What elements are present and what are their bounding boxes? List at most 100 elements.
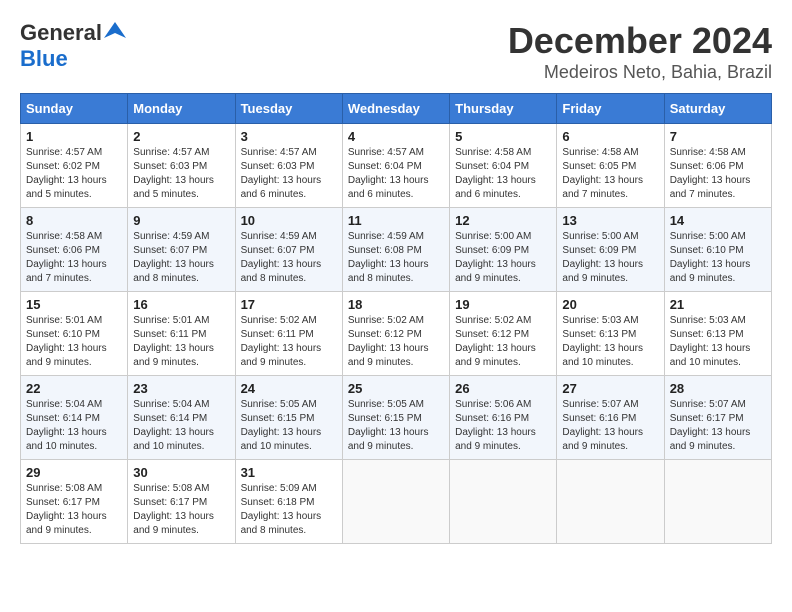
day-info: Sunrise: 4:59 AMSunset: 6:07 PMDaylight:…: [133, 230, 229, 286]
calendar-cell: 25Sunrise: 5:05 AMSunset: 6:15 PMDayligh…: [342, 376, 449, 460]
calendar-cell: 4Sunrise: 4:57 AMSunset: 6:04 PMDaylight…: [342, 124, 449, 208]
header-cell-wednesday: Wednesday: [342, 94, 449, 124]
calendar-cell: [450, 460, 557, 544]
calendar-cell: 9 Sunrise: 4:59 AMSunset: 6:07 PMDaylight…: [128, 208, 235, 292]
logo-blue-text: Blue: [20, 46, 68, 71]
day-number: 16: [133, 297, 229, 312]
day-info: Sunrise: 5:08 AMSunset: 6:17 PMDaylight:…: [26, 482, 122, 538]
header-cell-sunday: Sunday: [21, 94, 128, 124]
calendar-cell: 18 Sunrise: 5:02 AMSunset: 6:12 PMDayligh…: [342, 292, 449, 376]
calendar-cell: 5 Sunrise: 4:58 AMSunset: 6:04 PMDaylight…: [450, 124, 557, 208]
calendar-cell: 24 Sunrise: 5:05 AMSunset: 6:15 PMDayligh…: [235, 376, 342, 460]
day-number: 7: [670, 129, 766, 144]
day-number: 20: [562, 297, 658, 312]
calendar-cell: 13Sunrise: 5:00 AMSunset: 6:09 PMDayligh…: [557, 208, 664, 292]
day-info: Sunrise: 4:59 AMSunset: 6:07 PMDaylight:…: [241, 230, 337, 286]
day-number: 18: [348, 297, 444, 312]
day-number: 3: [241, 129, 337, 144]
calendar-cell: 29 Sunrise: 5:08 AMSunset: 6:17 PMDayligh…: [21, 460, 128, 544]
day-number: 19: [455, 297, 551, 312]
calendar-cell: 30Sunrise: 5:08 AMSunset: 6:17 PMDayligh…: [128, 460, 235, 544]
day-number: 27: [562, 381, 658, 396]
day-info: Sunrise: 5:00 AMSunset: 6:09 PMDaylight:…: [455, 230, 551, 286]
day-info: Sunrise: 5:07 AMSunset: 6:16 PMDaylight:…: [562, 398, 658, 454]
day-info: Sunrise: 4:58 AMSunset: 6:06 PMDaylight:…: [670, 146, 766, 202]
day-number: 25: [348, 381, 444, 396]
calendar-table: SundayMondayTuesdayWednesdayThursdayFrid…: [20, 93, 772, 544]
day-info: Sunrise: 4:58 AMSunset: 6:04 PMDaylight:…: [455, 146, 551, 202]
header-cell-friday: Friday: [557, 94, 664, 124]
day-number: 4: [348, 129, 444, 144]
day-info: Sunrise: 5:03 AMSunset: 6:13 PMDaylight:…: [562, 314, 658, 370]
calendar-cell: 20 Sunrise: 5:03 AMSunset: 6:13 PMDayligh…: [557, 292, 664, 376]
day-number: 31: [241, 465, 337, 480]
day-number: 1: [26, 129, 122, 144]
calendar-week-row: 8Sunrise: 4:58 AMSunset: 6:06 PMDaylight…: [21, 208, 772, 292]
day-number: 9: [133, 213, 229, 228]
calendar-header-row: SundayMondayTuesdayWednesdayThursdayFrid…: [21, 94, 772, 124]
day-info: Sunrise: 5:07 AMSunset: 6:17 PMDaylight:…: [670, 398, 766, 454]
calendar-cell: 8Sunrise: 4:58 AMSunset: 6:06 PMDaylight…: [21, 208, 128, 292]
day-info: Sunrise: 5:02 AMSunset: 6:12 PMDaylight:…: [455, 314, 551, 370]
day-info: Sunrise: 5:02 AMSunset: 6:12 PMDaylight:…: [348, 314, 444, 370]
calendar-cell: 12 Sunrise: 5:00 AMSunset: 6:09 PMDayligh…: [450, 208, 557, 292]
day-number: 22: [26, 381, 122, 396]
day-info: Sunrise: 5:05 AMSunset: 6:15 PMDaylight:…: [241, 398, 337, 454]
calendar-cell: 28 Sunrise: 5:07 AMSunset: 6:17 PMDayligh…: [664, 376, 771, 460]
calendar-cell: [664, 460, 771, 544]
logo-general-text: General: [20, 20, 102, 46]
header-cell-thursday: Thursday: [450, 94, 557, 124]
calendar-cell: 23 Sunrise: 5:04 AMSunset: 6:14 PMDayligh…: [128, 376, 235, 460]
day-number: 6: [562, 129, 658, 144]
day-number: 12: [455, 213, 551, 228]
calendar-cell: [342, 460, 449, 544]
logo-bird-icon: [104, 20, 126, 42]
calendar-cell: 1 Sunrise: 4:57 AMSunset: 6:02 PMDaylight…: [21, 124, 128, 208]
month-title: December 2024: [508, 20, 772, 62]
day-info: Sunrise: 4:57 AMSunset: 6:03 PMDaylight:…: [241, 146, 337, 202]
calendar-cell: 3 Sunrise: 4:57 AMSunset: 6:03 PMDaylight…: [235, 124, 342, 208]
calendar-cell: 14Sunrise: 5:00 AMSunset: 6:10 PMDayligh…: [664, 208, 771, 292]
calendar-cell: 15Sunrise: 5:01 AMSunset: 6:10 PMDayligh…: [21, 292, 128, 376]
day-number: 11: [348, 213, 444, 228]
day-info: Sunrise: 5:04 AMSunset: 6:14 PMDaylight:…: [133, 398, 229, 454]
calendar-cell: 17Sunrise: 5:02 AMSunset: 6:11 PMDayligh…: [235, 292, 342, 376]
day-info: Sunrise: 4:57 AMSunset: 6:03 PMDaylight:…: [133, 146, 229, 202]
day-number: 10: [241, 213, 337, 228]
calendar-cell: 10 Sunrise: 4:59 AMSunset: 6:07 PMDayligh…: [235, 208, 342, 292]
day-info: Sunrise: 4:59 AMSunset: 6:08 PMDaylight:…: [348, 230, 444, 286]
header-cell-monday: Monday: [128, 94, 235, 124]
day-number: 23: [133, 381, 229, 396]
calendar-week-row: 15Sunrise: 5:01 AMSunset: 6:10 PMDayligh…: [21, 292, 772, 376]
calendar-cell: 2 Sunrise: 4:57 AMSunset: 6:03 PMDaylight…: [128, 124, 235, 208]
calendar-cell: 31Sunrise: 5:09 AMSunset: 6:18 PMDayligh…: [235, 460, 342, 544]
day-info: Sunrise: 5:01 AMSunset: 6:11 PMDaylight:…: [133, 314, 229, 370]
day-number: 24: [241, 381, 337, 396]
day-number: 26: [455, 381, 551, 396]
calendar-cell: 19 Sunrise: 5:02 AMSunset: 6:12 PMDayligh…: [450, 292, 557, 376]
location-title: Medeiros Neto, Bahia, Brazil: [508, 62, 772, 83]
calendar-cell: 11 Sunrise: 4:59 AMSunset: 6:08 PMDayligh…: [342, 208, 449, 292]
calendar-cell: 22 Sunrise: 5:04 AMSunset: 6:14 PMDayligh…: [21, 376, 128, 460]
day-info: Sunrise: 5:01 AMSunset: 6:10 PMDaylight:…: [26, 314, 122, 370]
header: General Blue December 2024 Medeiros Neto…: [20, 20, 772, 83]
day-info: Sunrise: 5:04 AMSunset: 6:14 PMDaylight:…: [26, 398, 122, 454]
header-cell-tuesday: Tuesday: [235, 94, 342, 124]
day-info: Sunrise: 4:57 AMSunset: 6:02 PMDaylight:…: [26, 146, 122, 202]
day-number: 28: [670, 381, 766, 396]
day-number: 29: [26, 465, 122, 480]
day-info: Sunrise: 5:00 AMSunset: 6:10 PMDaylight:…: [670, 230, 766, 286]
calendar-cell: 26 Sunrise: 5:06 AMSunset: 6:16 PMDayligh…: [450, 376, 557, 460]
title-area: December 2024 Medeiros Neto, Bahia, Braz…: [508, 20, 772, 83]
day-info: Sunrise: 5:02 AMSunset: 6:11 PMDaylight:…: [241, 314, 337, 370]
calendar-cell: [557, 460, 664, 544]
day-info: Sunrise: 4:58 AMSunset: 6:05 PMDaylight:…: [562, 146, 658, 202]
calendar-cell: 16 Sunrise: 5:01 AMSunset: 6:11 PMDayligh…: [128, 292, 235, 376]
day-number: 5: [455, 129, 551, 144]
logo: General Blue: [20, 20, 126, 72]
calendar-cell: 7 Sunrise: 4:58 AMSunset: 6:06 PMDaylight…: [664, 124, 771, 208]
day-number: 30: [133, 465, 229, 480]
day-number: 2: [133, 129, 229, 144]
day-info: Sunrise: 5:06 AMSunset: 6:16 PMDaylight:…: [455, 398, 551, 454]
day-number: 13: [562, 213, 658, 228]
